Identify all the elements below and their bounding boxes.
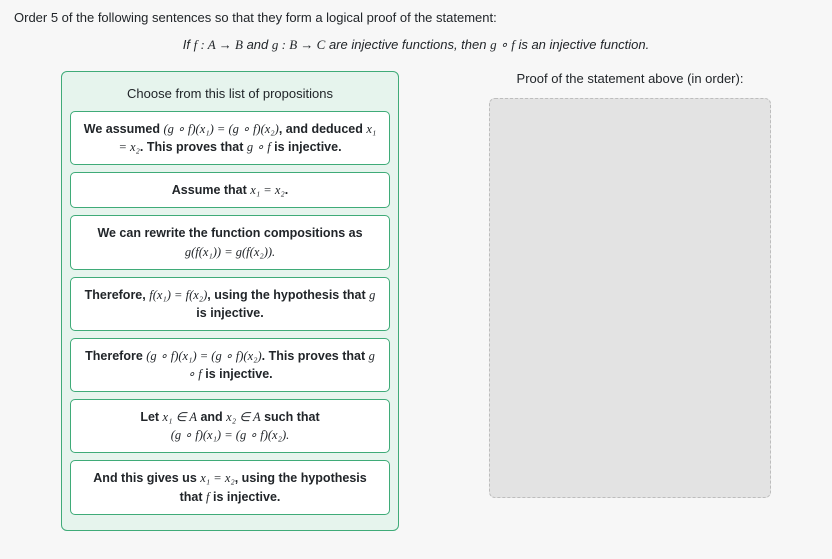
statement-math: g ∘ f <box>490 37 515 52</box>
columns-container: Choose from this list of propositions We… <box>14 71 818 531</box>
prop-math: x₁ = x₂ <box>250 183 284 197</box>
prop-math: x₁ ∈ A <box>163 410 197 424</box>
statement-math: f : A → B <box>194 37 243 52</box>
prop-text: Therefore, <box>85 288 150 302</box>
source-panel: Choose from this list of propositions We… <box>61 71 399 531</box>
prop-text: is injective. <box>202 367 273 381</box>
target-header: Proof of the statement above (in order): <box>489 71 771 86</box>
proposition-card[interactable]: Let x₁ ∈ A and x₂ ∈ A such that (g ∘ f)(… <box>70 399 390 453</box>
prop-text: . This proves that <box>262 349 369 363</box>
proposition-card[interactable]: Therefore (g ∘ f)(x₁) = (g ∘ f)(x₂). Thi… <box>70 338 390 392</box>
statement-part: is an injective function. <box>515 37 649 52</box>
source-header: Choose from this list of propositions <box>70 80 390 111</box>
proof-dropzone[interactable] <box>489 98 771 498</box>
prop-text: Therefore <box>85 349 146 363</box>
prop-text: is injective. <box>271 140 342 154</box>
statement-text: If f : A → B and g : B → C are injective… <box>14 37 818 53</box>
prop-math: x₂ ∈ A <box>226 410 260 424</box>
proposition-card[interactable]: We assumed (g ∘ f)(x₁) = (g ∘ f)(x₂), an… <box>70 111 390 165</box>
prop-text: , and deduced <box>279 122 367 136</box>
prop-text: . This proves that <box>140 140 247 154</box>
prop-math: g(f(x₁)) = g(f(x₂)). <box>185 245 275 259</box>
prop-math: g <box>369 288 375 302</box>
statement-math: g : B → C <box>272 37 325 52</box>
prop-text: We can rewrite the function compositions… <box>97 226 362 240</box>
prop-math: x₁ = x₂ <box>200 471 234 485</box>
proposition-card[interactable]: Therefore, f(x₁) = f(x₂), using the hypo… <box>70 277 390 331</box>
statement-part: are injective functions, then <box>325 37 490 52</box>
prop-math: (g ∘ f)(x₁) = (g ∘ f)(x₂) <box>146 349 261 363</box>
proposition-card[interactable]: Assume that x₁ = x₂. <box>70 172 390 208</box>
proposition-card[interactable]: And this gives us x₁ = x₂, using the hyp… <box>70 460 390 514</box>
prop-text: is injective. <box>196 306 263 320</box>
prop-text: Let <box>140 410 162 424</box>
prop-math: g ∘ f <box>247 140 271 154</box>
statement-part: and <box>243 37 272 52</box>
proposition-card[interactable]: We can rewrite the function compositions… <box>70 215 390 269</box>
target-panel: Proof of the statement above (in order): <box>489 71 771 531</box>
prop-math: (g ∘ f)(x₁) = (g ∘ f)(x₂) <box>163 122 278 136</box>
prop-math: f(x₁) = f(x₂) <box>149 288 207 302</box>
prop-text: , using the hypothesis that <box>207 288 369 302</box>
prop-math: (g ∘ f)(x₁) = (g ∘ f)(x₂). <box>171 428 290 442</box>
prop-text: Assume that <box>172 183 251 197</box>
prop-text: is injective. <box>210 490 281 504</box>
instruction-text: Order 5 of the following sentences so th… <box>14 10 818 25</box>
prop-text: And this gives us <box>93 471 200 485</box>
prop-text: such that <box>261 410 320 424</box>
prop-text: and <box>197 410 226 424</box>
prop-text: We assumed <box>84 122 164 136</box>
statement-part: If <box>183 37 194 52</box>
prop-text: . <box>285 183 288 197</box>
